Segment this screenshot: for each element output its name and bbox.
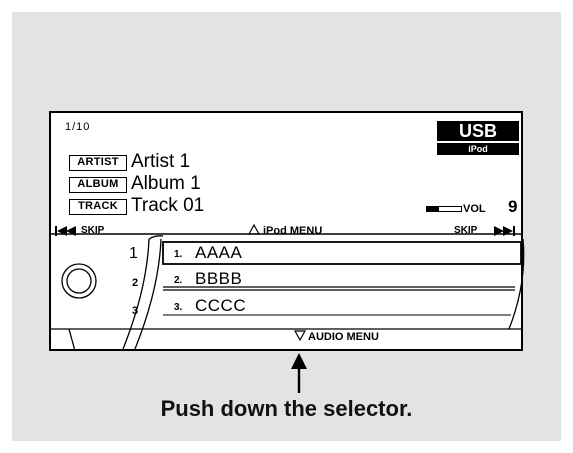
menu-item-aaaa[interactable]: AAAA — [195, 244, 242, 262]
triangle-down-icon — [294, 330, 306, 341]
audio-display-unit: 1/10 USB iPod ARTIST Artist 1 ALBUM Albu… — [49, 111, 525, 352]
caption-text: Push down the selector. — [160, 396, 413, 421]
menu-item-number: 2. — [174, 275, 183, 286]
menu-item-number: 3. — [174, 302, 183, 313]
selector-panel-outline — [51, 233, 525, 352]
preset-2[interactable]: 2 — [132, 277, 138, 289]
push-arrow-icon — [291, 353, 307, 393]
menu-item-bbbb[interactable]: BBBB — [195, 270, 242, 288]
menu-item-cccc[interactable]: CCCC — [195, 297, 246, 315]
menu-item-number: 1. — [174, 249, 183, 260]
preset-3[interactable]: 3 — [132, 305, 138, 317]
preset-1[interactable]: 1 — [129, 245, 138, 263]
selector-knob-icon[interactable] — [59, 261, 99, 301]
audio-menu-label[interactable]: AUDIO MENU — [308, 331, 379, 343]
